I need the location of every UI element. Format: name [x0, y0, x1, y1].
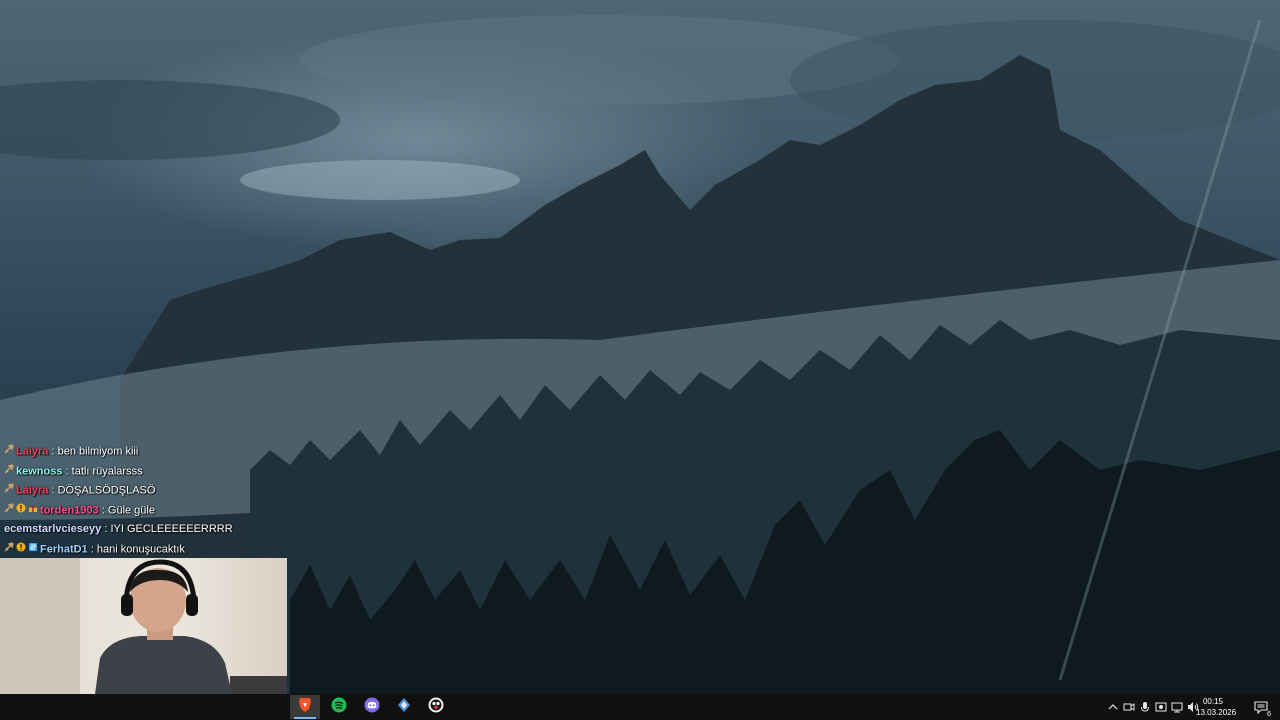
chat-message: ecemstarlvcieseyy : IYI GECLEEEEEERRRR [4, 520, 304, 540]
chat-username[interactable]: FerhatD1 [40, 544, 88, 556]
discord-icon [364, 697, 380, 718]
chevron-up-icon[interactable] [1105, 699, 1121, 715]
speaker-settings-icon[interactable] [1153, 699, 1169, 715]
app-shield-taskbar-button[interactable] [389, 695, 419, 719]
gold-badge-icon [16, 501, 26, 521]
obs-icon [428, 697, 444, 718]
stream-chat-overlay: Laiyra : ben bilmiyom kiii kewnoss : tatl… [4, 442, 304, 560]
spotify-taskbar-button[interactable] [324, 695, 354, 719]
chat-message: FerhatD1 : hani konuşucaktık [4, 540, 304, 560]
sword-badge-icon [4, 481, 14, 501]
microphone-icon[interactable] [1137, 699, 1153, 715]
brave-browser-taskbar-button[interactable] [290, 695, 320, 719]
chat-message-text: tatlı rüyalarsss [71, 465, 143, 478]
gift-badge-icon [28, 501, 38, 521]
sword-badge-icon [4, 540, 14, 560]
system-clock[interactable]: 00:15 13.03.2026 [1196, 696, 1237, 718]
obs-taskbar-button[interactable] [421, 695, 451, 719]
brave-browser-icon [298, 697, 312, 718]
spotify-icon [331, 697, 347, 718]
windows-taskbar: 00:15 13.03.2026 6 [0, 694, 1280, 720]
discord-taskbar-button[interactable] [357, 695, 387, 719]
chat-message: Laiyra : ben bilmiyom kiii [4, 442, 304, 462]
meet-now-icon[interactable] [1121, 699, 1137, 715]
chat-username[interactable]: ecemstarlvcieseyy [4, 523, 101, 535]
clock-date: 13.03.2026 [1196, 708, 1237, 717]
chat-message: Laiyra : DÖŞALSÖDŞLASÖ [4, 481, 304, 501]
app-shield-icon [396, 697, 412, 718]
streamer-webcam-image [0, 558, 287, 694]
gold-badge-icon [16, 540, 26, 560]
sword-badge-icon [4, 462, 14, 482]
chat-message: kewnoss : tatlı rüyalarsss [4, 462, 304, 482]
chat-message-text: hani konuşucaktık [96, 543, 185, 556]
webcam-feed [0, 558, 287, 694]
chat-message-text: IYI GECLEEEEEERRRR [110, 523, 233, 536]
chat-message-text: DÖŞALSÖDŞLASÖ [57, 484, 156, 497]
sword-badge-icon [4, 442, 14, 462]
sword-badge-icon [4, 501, 14, 521]
chat-username[interactable]: Laiyra [16, 446, 48, 458]
clock-time: 00:15 [1202, 697, 1224, 706]
chat-username[interactable]: Laiyra [16, 485, 48, 497]
notification-center-button[interactable]: 6 [1252, 699, 1272, 718]
chat-message-text: Güle güle [107, 504, 155, 517]
chat-username[interactable]: torden1903 [40, 504, 99, 516]
chat-message: torden1903 : Güle güle [4, 501, 304, 521]
chat-username[interactable]: kewnoss [16, 465, 62, 477]
sub-badge-icon [28, 540, 38, 560]
chat-message-text: ben bilmiyom kiii [57, 445, 139, 458]
network-icon[interactable] [1169, 699, 1185, 715]
notification-count-badge: 6 [1266, 711, 1272, 718]
